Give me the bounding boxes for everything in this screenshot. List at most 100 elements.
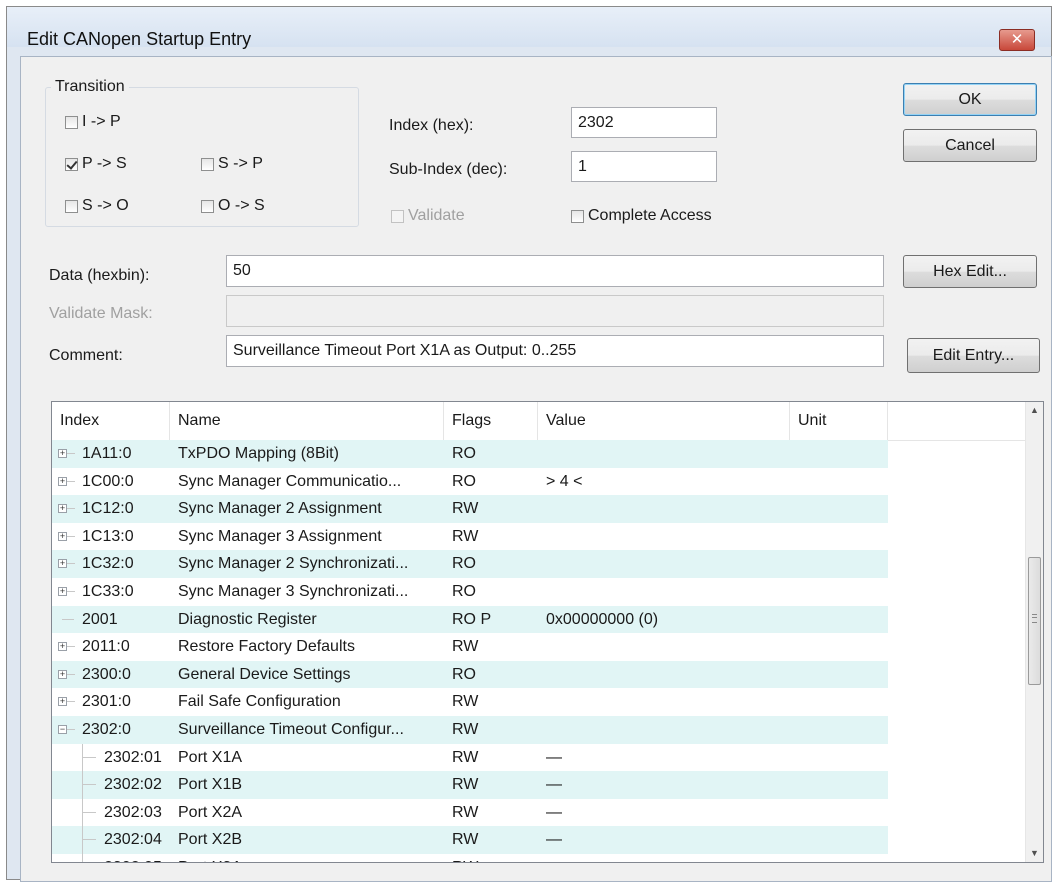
table-row[interactable]: +1C00:0 Sync Manager Communicatio... RO > 4…: [52, 468, 1027, 496]
cell-flags: RW: [452, 638, 479, 656]
checkbox-box[interactable]: [65, 115, 78, 129]
comment-input[interactable]: [226, 335, 884, 367]
checkbox-label: S -> O: [82, 197, 129, 214]
cell-name: Port X3A: [178, 854, 440, 862]
expand-icon[interactable]: +: [58, 531, 67, 541]
comment-label: Comment:: [49, 347, 123, 364]
checkbox-box[interactable]: [65, 157, 78, 171]
table-row[interactable]: 2302:01 Port X1A RW —: [52, 743, 1027, 772]
table-row[interactable]: +1C12:0 Sync Manager 2 Assignment RW: [52, 495, 1027, 523]
tree-connector: [67, 646, 75, 648]
tree-connector: [82, 811, 96, 813]
cell-flags: RW: [452, 500, 479, 518]
expand-icon[interactable]: +: [58, 669, 67, 679]
collapse-icon[interactable]: −: [58, 724, 67, 734]
cell-index: 1A11:0: [82, 445, 132, 462]
complete-access-checkbox[interactable]: Complete Access: [571, 207, 712, 225]
table-row[interactable]: +1C33:0 Sync Manager 3 Synchronizati... RO: [52, 578, 1027, 606]
close-icon: ✕: [1010, 31, 1024, 48]
table-row[interactable]: 2302:03 Port X2A RW —: [52, 798, 1027, 827]
column-header-flags[interactable]: Flags: [444, 402, 538, 440]
cell-index: 2300:0: [82, 665, 131, 683]
data-hexbin-input[interactable]: [226, 255, 884, 287]
grip-icon: [1032, 614, 1037, 623]
checkbox-label: P -> S: [82, 155, 127, 172]
table-row[interactable]: +2011:0 Restore Factory Defaults RW: [52, 633, 1027, 661]
cell-flags: RO: [452, 582, 476, 600]
checkbox-box[interactable]: [201, 157, 214, 171]
edit-entry-button[interactable]: Edit Entry...: [907, 338, 1040, 373]
cell-name: Fail Safe Configuration: [178, 693, 341, 711]
cancel-button[interactable]: Cancel: [903, 129, 1037, 162]
cell-index: 2302:04: [104, 831, 162, 849]
cell-value: > 4 <: [546, 472, 583, 490]
column-header-value[interactable]: Value: [538, 402, 790, 440]
expand-icon[interactable]: +: [58, 642, 67, 652]
table-row[interactable]: +2301:0 Fail Safe Configuration RW: [52, 688, 1027, 716]
transition-s-o-checkbox[interactable]: S -> O: [65, 197, 129, 215]
expand-icon[interactable]: +: [58, 559, 67, 569]
table-row[interactable]: +1C13:0 Sync Manager 3 Assignment RW: [52, 523, 1027, 551]
table-row[interactable]: 2302:05 Port X3A RW: [52, 853, 1027, 862]
cell-flags: RO: [452, 555, 476, 573]
validate-mask-input[interactable]: [226, 295, 884, 327]
table-row[interactable]: 2302:04 Port X2B RW —: [52, 826, 1027, 854]
checkbox-box[interactable]: [391, 209, 404, 223]
table-row[interactable]: +1C32:0 Sync Manager 2 Synchronizati... RO: [52, 550, 1027, 578]
dialog-body: Transition I -> P P -> S S -> P S -> O O…: [20, 56, 1052, 882]
cell-value: —: [546, 748, 562, 766]
scroll-up-icon[interactable]: ▲: [1026, 402, 1043, 419]
tree-connector: [67, 701, 75, 703]
checkbox-label: S -> P: [218, 155, 263, 172]
cell-index: 2302:0: [82, 720, 131, 738]
cell-index: 1C13:0: [82, 527, 134, 545]
cell-value: 0x00000000 (0): [546, 610, 659, 628]
cell-index: 2011:0: [82, 638, 130, 656]
validate-checkbox[interactable]: Validate: [391, 207, 465, 225]
cell-name: Diagnostic Register: [178, 610, 317, 628]
cell-flags: RW: [452, 748, 479, 766]
checkbox-box[interactable]: [65, 199, 78, 213]
table-header: Index Name Flags Value Unit: [52, 402, 1027, 441]
cell-name: Port X1B: [178, 776, 243, 794]
cell-index: 1C12:0: [82, 500, 134, 518]
cell-name: Sync Manager Communicatio...: [178, 472, 402, 490]
table-row[interactable]: 2302:02 Port X1B RW —: [52, 771, 1027, 799]
title-bar[interactable]: Edit CANopen Startup Entry ✕: [7, 7, 1051, 51]
cell-flags: RW: [452, 803, 479, 821]
sub-index-input[interactable]: [571, 151, 717, 182]
transition-i-p-checkbox[interactable]: I -> P: [65, 113, 121, 131]
table-row[interactable]: +2300:0 General Device Settings RO: [52, 660, 1027, 689]
table-row[interactable]: 2001 Diagnostic Register RO P 0x00000000 (0…: [52, 605, 1027, 634]
transition-o-s-checkbox[interactable]: O -> S: [201, 197, 265, 215]
vertical-scrollbar[interactable]: ▲ ▼: [1025, 402, 1043, 862]
expand-icon[interactable]: +: [58, 449, 67, 458]
expand-icon[interactable]: +: [58, 504, 67, 514]
column-header-name[interactable]: Name: [170, 402, 444, 440]
transition-p-s-checkbox[interactable]: P -> S: [65, 155, 127, 173]
cell-value: —: [546, 803, 562, 821]
object-dictionary-table[interactable]: Index Name Flags Value Unit +1A11:0 TxPDO…: [51, 401, 1044, 863]
table-row[interactable]: − 2302:0 Surveillance Timeout Configur... R…: [52, 715, 1027, 744]
close-button[interactable]: ✕: [999, 29, 1035, 51]
expand-icon[interactable]: +: [58, 586, 67, 596]
cell-index: 2302:01: [104, 748, 162, 766]
hex-edit-button[interactable]: Hex Edit...: [903, 255, 1037, 288]
cell-flags: RO P: [452, 610, 492, 628]
cell-index: 2302:03: [104, 803, 162, 821]
column-header-index[interactable]: Index: [52, 402, 170, 440]
expand-icon[interactable]: +: [58, 476, 67, 486]
ok-button[interactable]: OK: [903, 83, 1037, 116]
index-hex-input[interactable]: [571, 107, 717, 138]
checkbox-label: O -> S: [218, 197, 265, 214]
scrollbar-thumb[interactable]: [1028, 557, 1041, 685]
cell-name: General Device Settings: [178, 665, 351, 683]
column-header-unit[interactable]: Unit: [790, 402, 888, 440]
expand-icon[interactable]: +: [58, 697, 67, 707]
transition-s-p-checkbox[interactable]: S -> P: [201, 155, 263, 173]
table-row[interactable]: +1A11:0 TxPDO Mapping (8Bit) RO: [52, 440, 1027, 468]
checkbox-box[interactable]: [201, 199, 214, 213]
cell-name: Port X1A: [178, 748, 243, 766]
scroll-down-icon[interactable]: ▼: [1026, 845, 1043, 862]
checkbox-box[interactable]: [571, 209, 584, 223]
